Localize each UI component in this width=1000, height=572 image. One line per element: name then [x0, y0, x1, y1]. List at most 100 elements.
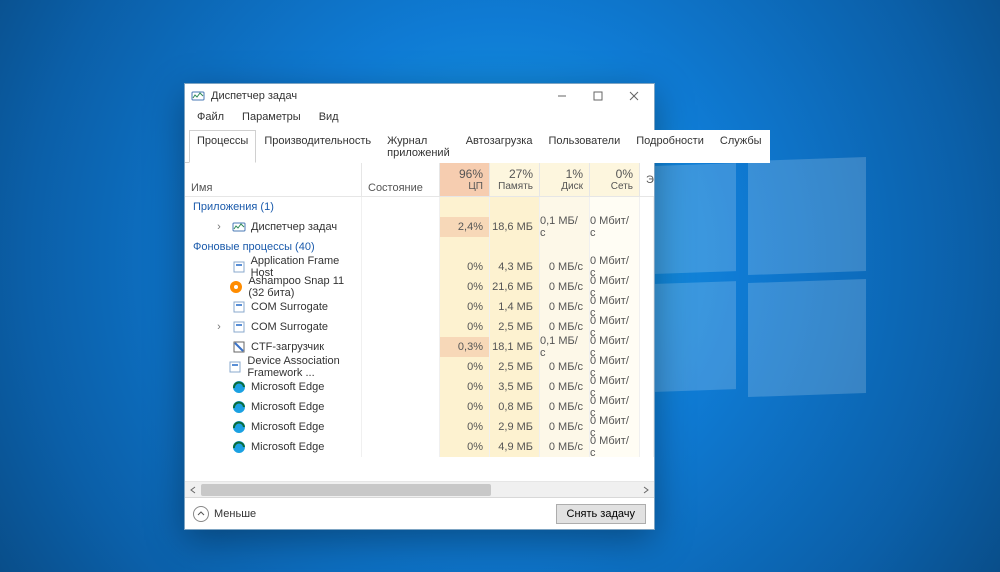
taskmgr-icon: [191, 89, 205, 103]
disk-value: 0 МБ/с: [540, 397, 590, 417]
disk-value: 0,1 МБ/с: [540, 217, 590, 237]
mem-value: 1,4 МБ: [490, 297, 540, 317]
mem-value: 18,6 МБ: [490, 217, 540, 237]
disk-value: 0 МБ/с: [540, 257, 590, 277]
process-name: COM Surrogate: [251, 301, 328, 313]
process-icon: [229, 280, 243, 294]
col-disk[interactable]: 1%Диск: [540, 163, 590, 196]
col-name[interactable]: Имя: [185, 163, 362, 196]
minimize-button[interactable]: [544, 85, 580, 107]
close-button[interactable]: [616, 85, 652, 107]
cpu-value: 0%: [440, 357, 490, 377]
tab-performance[interactable]: Производительность: [256, 130, 379, 163]
col-cpu[interactable]: 96%ЦП: [440, 163, 490, 196]
titlebar[interactable]: Диспетчер задач: [185, 84, 654, 107]
net-value: 0 Мбит/с: [590, 377, 640, 397]
mem-value: 4,3 МБ: [490, 257, 540, 277]
menu-options[interactable]: Параметры: [238, 109, 305, 125]
process-icon: [232, 400, 246, 414]
cpu-value: 0%: [440, 397, 490, 417]
col-status[interactable]: Состояние: [362, 163, 440, 196]
scroll-thumb[interactable]: [201, 484, 491, 496]
end-task-button[interactable]: Снять задачу: [556, 504, 647, 524]
column-headers: Имя Состояние 96%ЦП 27%Память 1%Диск 0%С…: [185, 163, 654, 197]
horizontal-scrollbar[interactable]: [185, 481, 654, 497]
menu-view[interactable]: Вид: [315, 109, 343, 125]
disk-value: 0 МБ/с: [540, 417, 590, 437]
process-row[interactable]: › Диспетчер задач 2,4%18,6 МБ0,1 МБ/с0 Мби…: [185, 217, 654, 237]
cpu-value: 0%: [440, 297, 490, 317]
expand-icon[interactable]: ›: [213, 221, 225, 233]
process-row[interactable]: › COM Surrogate 0%2,5 МБ0 МБ/с0 Мбит/с: [185, 317, 654, 337]
process-icon: [232, 380, 246, 394]
process-name: CTF-загрузчик: [251, 341, 324, 353]
net-value: 0 Мбит/с: [590, 317, 640, 337]
process-row[interactable]: Application Frame Host0%4,3 МБ0 МБ/с0 Мб…: [185, 257, 654, 277]
footer: Меньше Снять задачу: [185, 497, 654, 529]
cpu-value: 0,3%: [440, 337, 490, 357]
scroll-right-button[interactable]: [638, 482, 654, 497]
tab-app-history[interactable]: Журнал приложений: [379, 130, 458, 163]
process-row[interactable]: Ashampoo Snap 11 (32 бита)0%21,6 МБ0 МБ/…: [185, 277, 654, 297]
fewer-details-button[interactable]: Меньше: [193, 506, 256, 522]
process-row[interactable]: COM Surrogate0%1,4 МБ0 МБ/с0 Мбит/с: [185, 297, 654, 317]
process-row[interactable]: Microsoft Edge0%2,9 МБ0 МБ/с0 Мбит/с: [185, 417, 654, 437]
mem-value: 2,5 МБ: [490, 317, 540, 337]
cpu-value: 0%: [440, 417, 490, 437]
cpu-value: 0%: [440, 277, 490, 297]
net-value: 0 Мбит/с: [590, 297, 640, 317]
process-list: Приложения (1) › Диспетчер задач 2,4%18,6 М…: [185, 197, 654, 481]
mem-value: 2,5 МБ: [490, 357, 540, 377]
process-group[interactable]: Приложения (1): [185, 197, 654, 217]
process-name: Microsoft Edge: [251, 421, 324, 433]
process-row[interactable]: Microsoft Edge 0%3,5 МБ0 МБ/с0 Мбит/с: [185, 377, 654, 397]
window-title: Диспетчер задач: [211, 90, 297, 102]
process-name: Microsoft Edge: [251, 381, 324, 393]
mem-value: 3,5 МБ: [490, 377, 540, 397]
cpu-value: 2,4%: [440, 217, 490, 237]
process-row[interactable]: Microsoft Edge 0%0,8 МБ0 МБ/с0 Мбит/с: [185, 397, 654, 417]
expand-icon[interactable]: ›: [213, 321, 225, 333]
tab-services[interactable]: Службы: [712, 130, 770, 163]
mem-value: 21,6 МБ: [490, 277, 540, 297]
process-icon: [232, 340, 246, 354]
desktop: Диспетчер задач Файл Параметры Вид Проце…: [0, 0, 1000, 572]
process-icon: [232, 320, 246, 334]
maximize-button[interactable]: [580, 85, 616, 107]
disk-value: 0 МБ/с: [540, 437, 590, 457]
tab-startup[interactable]: Автозагрузка: [458, 130, 541, 163]
disk-value: 0,1 МБ/с: [540, 337, 590, 357]
cpu-value: 0%: [440, 377, 490, 397]
tabs: Процессы Производительность Журнал прило…: [185, 129, 654, 163]
process-name: Device Association Framework ...: [247, 355, 361, 379]
process-row[interactable]: CTF-загрузчик0,3%18,1 МБ0,1 МБ/с0 Мбит/с: [185, 337, 654, 357]
tab-processes[interactable]: Процессы: [189, 130, 256, 163]
process-name: COM Surrogate: [251, 321, 328, 333]
chevron-up-icon: [193, 506, 209, 522]
menu-file[interactable]: Файл: [193, 109, 228, 125]
process-icon: [232, 420, 246, 434]
cpu-value: 0%: [440, 317, 490, 337]
net-value: 0 Мбит/с: [590, 217, 640, 237]
disk-value: 0 МБ/с: [540, 377, 590, 397]
process-icon: [228, 360, 242, 374]
net-value: 0 Мбит/с: [590, 257, 640, 277]
mem-value: 0,8 МБ: [490, 397, 540, 417]
net-value: 0 Мбит/с: [590, 397, 640, 417]
process-name: Microsoft Edge: [251, 401, 324, 413]
mem-value: 2,9 МБ: [490, 417, 540, 437]
cpu-value: 0%: [440, 437, 490, 457]
tab-details[interactable]: Подробности: [628, 130, 712, 163]
process-row[interactable]: Device Association Framework ... 0%2,5 МБ…: [185, 357, 654, 377]
scroll-left-button[interactable]: [185, 482, 201, 497]
col-extra[interactable]: Э: [640, 163, 654, 196]
process-row[interactable]: Microsoft Edge0%4,9 МБ0 МБ/с0 Мбит/с: [185, 437, 654, 457]
process-name: Диспетчер задач: [251, 221, 337, 233]
net-value: 0 Мбит/с: [590, 277, 640, 297]
process-group[interactable]: Фоновые процессы (40): [185, 237, 654, 257]
tab-users[interactable]: Пользователи: [540, 130, 628, 163]
col-network[interactable]: 0%Сеть: [590, 163, 640, 196]
disk-value: 0 МБ/с: [540, 317, 590, 337]
disk-value: 0 МБ/с: [540, 277, 590, 297]
col-memory[interactable]: 27%Память: [490, 163, 540, 196]
